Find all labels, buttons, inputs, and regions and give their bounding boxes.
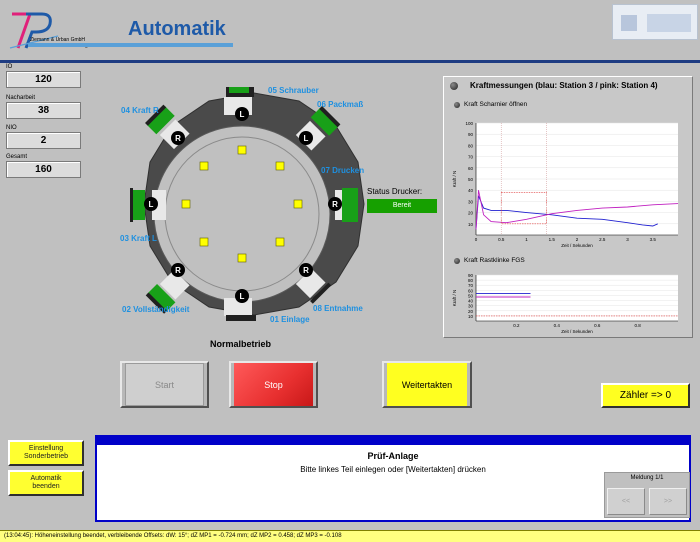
chart2-plot-area [476, 275, 678, 321]
stop-button[interactable]: Stop [229, 361, 318, 408]
chart2-plot: 102030405060708090 0.2 0.4 0.6 0.8 Zeit / Sek… [452, 273, 678, 334]
svg-text:R: R [303, 266, 309, 275]
station-label-01: 01 Einlage [270, 315, 310, 324]
chart1-subtitle: Kraft Scharnier öffnen [464, 101, 528, 108]
chart2-ytick-label: 30 [468, 304, 474, 309]
status-led-icon [454, 258, 460, 264]
sonderbetrieb-button[interactable]: Einstellung Sonderbetrieb [8, 440, 84, 466]
chart1-plot: 10 20 30 40 50 60 70 80 90 100 0 0.5 1 1.5 2 2.5 3 3.5 Zei… [452, 121, 679, 248]
start-button[interactable]: Start [120, 361, 209, 408]
automatik-beenden-button[interactable]: Automatik beenden [8, 470, 84, 496]
chart1-ytick-label: 30 [468, 199, 474, 204]
station-label-05: 05 Schrauber [268, 86, 319, 95]
chart1-xtick-label: 2.5 [599, 237, 606, 242]
rotary-table: L R L L R R R L [130, 87, 365, 321]
message-text: Bitte linkes Teil einlegen oder [Weitert… [300, 465, 486, 474]
counter-label-nacharbeit: Nacharbeit [6, 95, 36, 101]
chart2-xtick-label: 0.8 [634, 323, 641, 328]
chart2-ytick-label: 50 [468, 293, 474, 298]
chart1-xtick-label: 3.5 [650, 237, 657, 242]
chart1-xtick-label: 2 [576, 237, 579, 242]
chart2-ytick-label: 80 [468, 278, 474, 283]
counter-gesamt: 160 [6, 161, 81, 178]
chart1-ytick-label: 70 [468, 155, 474, 160]
chart1-ytick-label: 10 [468, 222, 474, 227]
station-label-03: 03 Kraft L [120, 234, 157, 243]
chart1-ytick-label: 100 [465, 121, 473, 126]
mode-label: Normalbetrieb [210, 339, 272, 349]
chart1-ytick-label: 20 [468, 211, 474, 216]
station-label-08: 08 Entnahme [313, 304, 363, 313]
counter-label-nio: NIO [6, 125, 17, 131]
chart2-xtick-label: 0.2 [513, 323, 520, 328]
svg-text:L: L [149, 200, 154, 209]
svg-text:L: L [240, 292, 245, 301]
chart2-ytick-label: 10 [468, 314, 474, 319]
chart1-ytick-label: 80 [468, 143, 474, 148]
chart1-xlabel: Zeit / Sekunden [561, 243, 593, 248]
chart-title: Kraftmessungen (blau: Station 3 / pink: … [470, 81, 658, 90]
printer-status-badge: Bereit [367, 199, 437, 213]
counter-nio: 2 [6, 132, 81, 149]
svg-text:L: L [304, 134, 309, 143]
chart2-ytick-label: 20 [468, 309, 474, 314]
station-label-04: 04 Kraft R [121, 106, 159, 115]
chart1-ylabel: Kraft / N [452, 171, 457, 188]
chart2-subtitle: Kraft Rastklinke FGS [464, 257, 525, 264]
chart2-xtick-label: 0.4 [554, 323, 561, 328]
chart2-ytick-label: 40 [468, 299, 474, 304]
chart1-xtick-label: 0 [475, 237, 478, 242]
weitertakten-button[interactable]: Weitertakten [382, 361, 472, 408]
message-title: Prüf-Anlage [367, 451, 419, 461]
message-prev-button[interactable]: << [607, 488, 645, 515]
chart1-ytick-label: 60 [468, 166, 474, 171]
message-panel: Prüf-Anlage Bitte linkes Teil einlegen o… [95, 435, 691, 522]
message-next-button[interactable]: >> [649, 488, 687, 515]
station-label-07: 07 Drucken [321, 166, 365, 175]
title-underline [28, 43, 233, 47]
status-bar: (13:04:45): Höheneinstellung beendet, ve… [0, 530, 700, 542]
chart1-xtick-label: 1.5 [549, 237, 556, 242]
counter-io: 120 [6, 71, 81, 88]
svg-text:L: L [240, 110, 245, 119]
status-led-icon [450, 82, 458, 90]
chart2-xtick-label: 0.6 [594, 323, 601, 328]
chart1-ytick-label: 50 [468, 177, 474, 182]
chart2-ytick-label: 60 [468, 288, 474, 293]
page-title: Automatik [128, 18, 226, 40]
counter-label-gesamt: Gesamt [6, 154, 28, 160]
chart2-xlabel: Zeit / Sekunden [561, 329, 593, 334]
chart2-ytick-label: 90 [468, 273, 474, 278]
message-counter: Meldung 1/1 [630, 475, 664, 481]
station-label-02: 02 Vollständigkeit [122, 305, 190, 314]
header-bar: Ziemann & Urban GmbH Prüf- und Automatis… [0, 0, 700, 60]
counter-nacharbeit: 38 [6, 102, 81, 119]
svg-text:R: R [175, 266, 181, 275]
status-led-icon [454, 102, 460, 108]
chart1-xtick-label: 1 [525, 237, 528, 242]
chart1-xtick-label: 3 [626, 237, 629, 242]
chart1-xtick-label: 0.5 [498, 237, 505, 242]
chart1-ytick-label: 90 [468, 132, 474, 137]
chart2-ytick-label: 70 [468, 283, 474, 288]
chart2-ylabel: Kraft / N [452, 290, 457, 307]
svg-text:R: R [175, 134, 181, 143]
printer-status-label: Status Drucker: [367, 187, 423, 196]
counter-label-io: IO [6, 64, 13, 70]
header-divider [0, 60, 700, 63]
svg-text:R: R [332, 200, 338, 209]
chart1-ytick-label: 40 [468, 188, 474, 193]
station-label-06: 06 Packmaß [317, 100, 364, 109]
message-pager: Meldung 1/1 << >> [604, 472, 690, 518]
chart-panel: Kraftmessungen (blau: Station 3 / pink: … [443, 76, 693, 338]
reset-counter-button[interactable]: Zähler => 0 [601, 383, 690, 408]
corner-logo [612, 4, 698, 40]
